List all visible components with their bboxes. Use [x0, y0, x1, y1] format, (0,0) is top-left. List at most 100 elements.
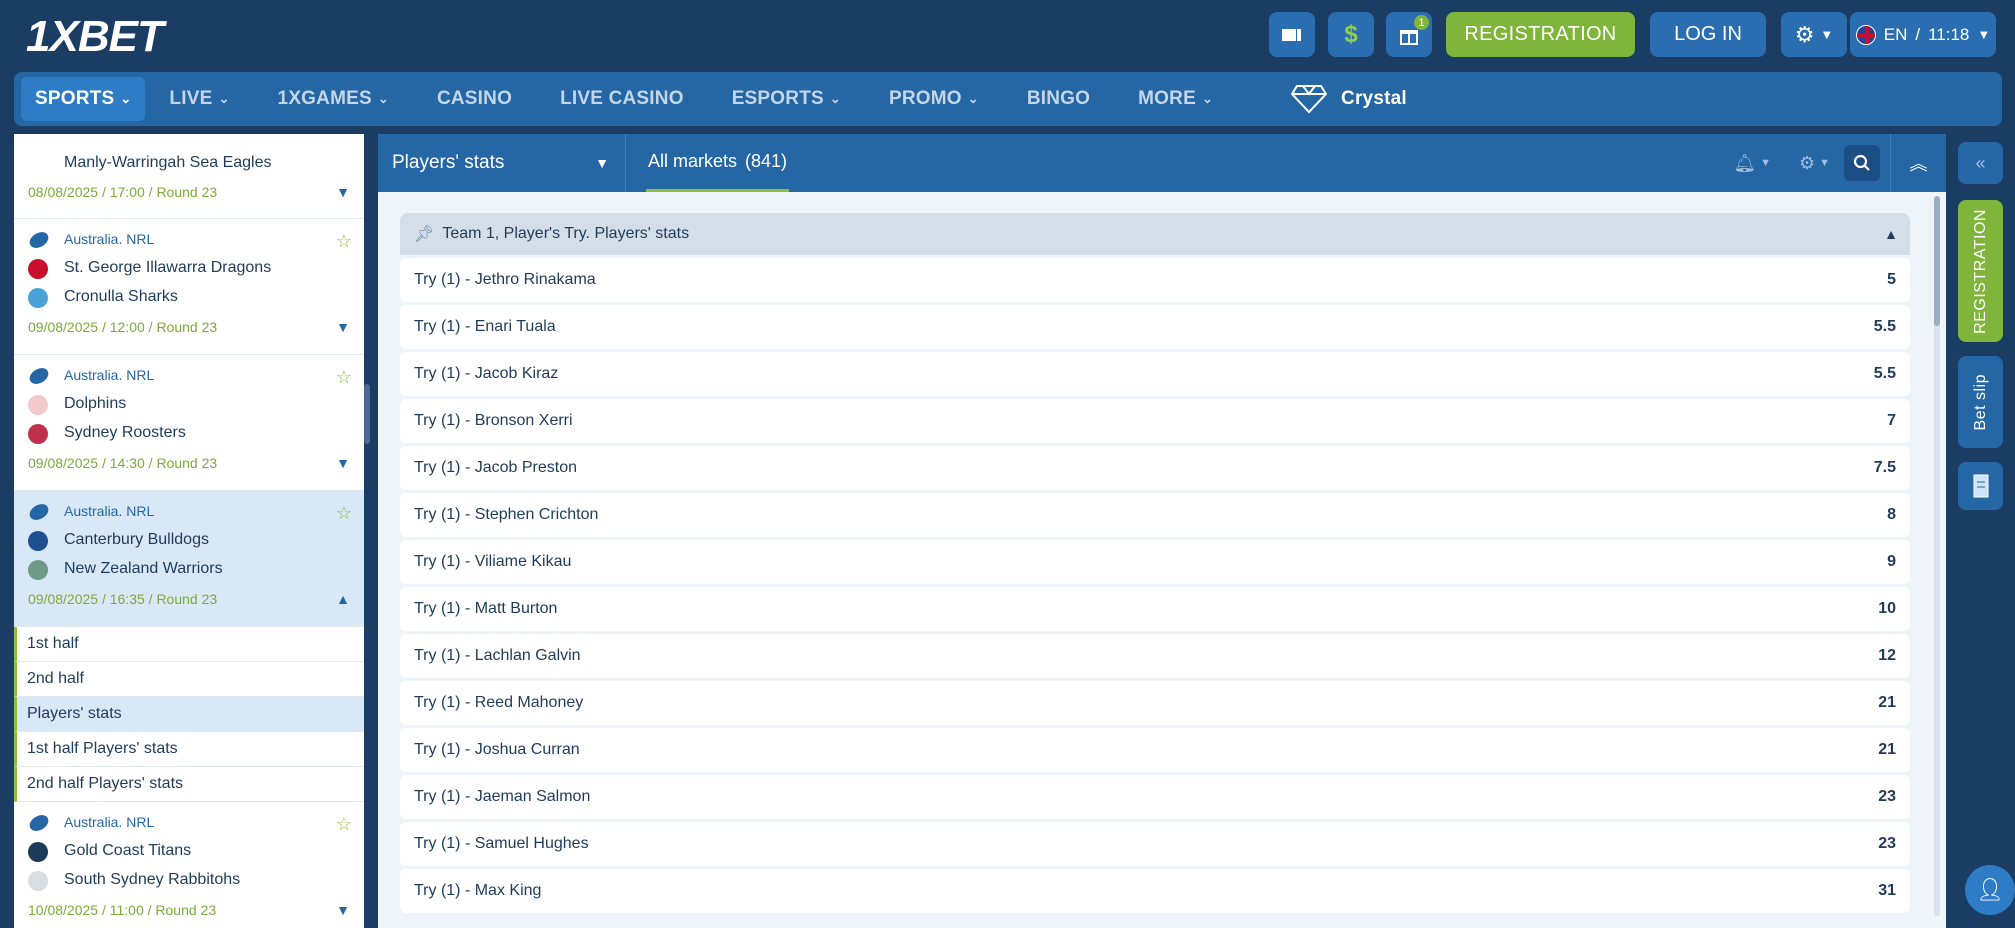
dollar-icon[interactable]: $ [1328, 12, 1374, 57]
market-row[interactable]: Try (1) - Lachlan Galvin 12 [400, 634, 1910, 678]
match-card[interactable]: Australia. NRL ☆ Dolphins Sydney Rooster… [14, 355, 364, 491]
market-label: Try (1) - Reed Mahoney [414, 694, 584, 711]
match-card-selected[interactable]: Australia. NRL ☆ Canterbury Bulldogs New… [14, 491, 364, 627]
notifications-button[interactable]: 🔔︎ ▼ [1719, 153, 1785, 174]
rugby-ball-icon [29, 504, 49, 520]
rail-registration-label: REGISTRATION [1971, 208, 1989, 334]
tab-all-markets[interactable]: All markets (841) [646, 134, 790, 192]
team-name: Manly-Warringah Sea Eagles [64, 154, 272, 171]
chevron-down-icon: ⌄ [218, 91, 230, 106]
submenu-second-half[interactable]: 2nd half [14, 662, 364, 697]
nav-sports[interactable]: SPORTS ⌄ [21, 77, 146, 121]
events-sidebar: Manly-Warringah Sea Eagles 08/08/2025 / … [14, 134, 364, 928]
market-row[interactable]: Try (1) - Viliame Kikau 9 [400, 540, 1910, 584]
favorite-star-icon[interactable]: ☆ [336, 231, 352, 252]
nav-promo[interactable]: PROMO ⌄ [865, 77, 1003, 121]
bet-slip-button[interactable]: Bet slip [1958, 356, 2003, 448]
market-type-dropdown[interactable]: Players' stats ▼ [378, 134, 626, 192]
double-chevron-left-icon: « [1975, 152, 1986, 173]
nav-casino[interactable]: CASINO [413, 77, 536, 121]
match-card[interactable]: Australia. NRL ☆ St. George Illawarra Dr… [14, 219, 364, 355]
market-row[interactable]: Try (1) - Max King 31 [400, 869, 1910, 913]
search-button[interactable] [1844, 145, 1880, 181]
match-card[interactable]: Manly-Warringah Sea Eagles 08/08/2025 / … [14, 134, 364, 219]
market-row[interactable]: Try (1) - Jethro Rinakama 5 [400, 258, 1910, 302]
submenu-players-stats[interactable]: Players' stats [14, 697, 364, 732]
chevron-up-icon[interactable]: ▲ [1884, 226, 1898, 242]
nav-live[interactable]: LIVE ⌄ [145, 77, 253, 121]
expand-rail-button[interactable]: « [1958, 142, 2003, 184]
nav-bingo[interactable]: BINGO [1003, 77, 1114, 121]
market-settings-button[interactable]: ⚙ ▼ [1785, 153, 1844, 174]
odds-value[interactable]: 9 [1887, 553, 1896, 571]
odds-value[interactable]: 8 [1887, 506, 1896, 524]
rugby-ball-icon [29, 232, 49, 248]
submenu-second-half-players-stats[interactable]: 2nd half Players' stats [14, 767, 364, 802]
chevron-down-icon[interactable]: ▼ [336, 902, 350, 918]
match-date: 10/08/2025 / 11:00 / Round 23 [28, 902, 217, 918]
nav-1xgames[interactable]: 1XGAMES ⌄ [254, 77, 413, 121]
match-card[interactable]: Australia. NRL ☆ Gold Coast Titans South… [14, 802, 364, 928]
coupon-button[interactable] [1958, 462, 2003, 510]
odds-value[interactable]: 5.5 [1874, 365, 1896, 383]
market-row[interactable]: Try (1) - Joshua Curran 21 [400, 728, 1910, 772]
uk-flag-icon [1855, 24, 1876, 45]
market-row[interactable]: Try (1) - Bronson Xerri 7 [400, 399, 1910, 443]
registration-button[interactable]: REGISTRATION [1446, 12, 1635, 57]
odds-value[interactable]: 21 [1878, 694, 1896, 712]
coupon-icon [1973, 474, 1988, 498]
team-name: St. George Illawarra Dragons [64, 259, 272, 276]
sidebar-scrollbar[interactable] [364, 384, 370, 444]
odds-value[interactable]: 23 [1878, 788, 1896, 806]
login-button[interactable]: LOG IN [1650, 12, 1766, 57]
main-nav: SPORTS ⌄ LIVE ⌄ 1XGAMES ⌄ CASINO LIVE CASIN… [14, 72, 2002, 126]
gift-icon[interactable]: 1 [1386, 12, 1432, 57]
rail-registration-button[interactable]: REGISTRATION [1958, 200, 2003, 342]
market-row[interactable]: Try (1) - Stephen Crichton 8 [400, 493, 1910, 537]
market-row[interactable]: Try (1) - Matt Burton 10 [400, 587, 1910, 631]
favorite-star-icon[interactable]: ☆ [336, 367, 352, 388]
market-row[interactable]: Try (1) - Jacob Preston 7.5 [400, 446, 1910, 490]
chevron-down-icon[interactable]: ▼ [336, 455, 350, 471]
chevron-down-icon[interactable]: ▼ [336, 184, 350, 200]
site-logo[interactable]: 1XBET [26, 12, 164, 62]
support-chat-button[interactable]: 👤︎ [1965, 865, 2015, 915]
nav-live-casino[interactable]: LIVE CASINO [536, 77, 708, 121]
team-name: South Sydney Rabbitohs [64, 871, 241, 888]
settings-button[interactable]: ⚙ ▼ [1781, 12, 1847, 57]
language-time-selector[interactable]: EN / 11:18 ▼ [1850, 12, 1996, 57]
right-rail: « REGISTRATION Bet slip [1946, 134, 2015, 928]
market-row[interactable]: Try (1) - Enari Tuala 5.5 [400, 305, 1910, 349]
team-logo [28, 871, 48, 891]
submenu-first-half[interactable]: 1st half [14, 627, 364, 662]
odds-value[interactable]: 21 [1878, 741, 1896, 759]
favorite-star-icon[interactable]: ☆ [336, 503, 352, 524]
market-label: Try (1) - Jacob Preston [414, 459, 578, 476]
nav-esports[interactable]: ESPORTS ⌄ [708, 77, 865, 121]
submenu-first-half-players-stats[interactable]: 1st half Players' stats [14, 732, 364, 767]
chevron-up-icon[interactable]: ▲ [336, 591, 350, 607]
markets-scrollbar[interactable] [1934, 196, 1940, 916]
pin-icon[interactable]: 📌︎ [414, 224, 434, 244]
favorite-star-icon[interactable]: ☆ [336, 814, 352, 835]
odds-value[interactable]: 7.5 [1874, 459, 1896, 477]
chevron-down-icon[interactable]: ▼ [336, 319, 350, 335]
match-date: 09/08/2025 / 14:30 / Round 23 [28, 455, 218, 471]
odds-value[interactable]: 5 [1887, 271, 1896, 289]
market-row[interactable]: Try (1) - Jaeman Salmon 23 [400, 775, 1910, 819]
nav-crystal[interactable]: Crystal [1267, 77, 1431, 121]
collapse-all-button[interactable]: ︽ [1890, 134, 1946, 192]
odds-value[interactable]: 31 [1878, 882, 1896, 900]
odds-value[interactable]: 10 [1878, 600, 1896, 618]
odds-value[interactable]: 5.5 [1874, 318, 1896, 336]
user-icon: 👤︎ [1976, 877, 2004, 902]
market-row[interactable]: Try (1) - Reed Mahoney 21 [400, 681, 1910, 725]
odds-value[interactable]: 23 [1878, 835, 1896, 853]
cards-icon[interactable] [1269, 12, 1315, 57]
nav-more[interactable]: MORE ⌄ [1114, 77, 1237, 121]
market-row[interactable]: Try (1) - Samuel Hughes 23 [400, 822, 1910, 866]
odds-value[interactable]: 7 [1887, 412, 1896, 430]
odds-value[interactable]: 12 [1878, 647, 1896, 665]
market-group-header[interactable]: 📌︎ Team 1, Player's Try. Players' stats … [400, 213, 1910, 255]
market-row[interactable]: Try (1) - Jacob Kiraz 5.5 [400, 352, 1910, 396]
